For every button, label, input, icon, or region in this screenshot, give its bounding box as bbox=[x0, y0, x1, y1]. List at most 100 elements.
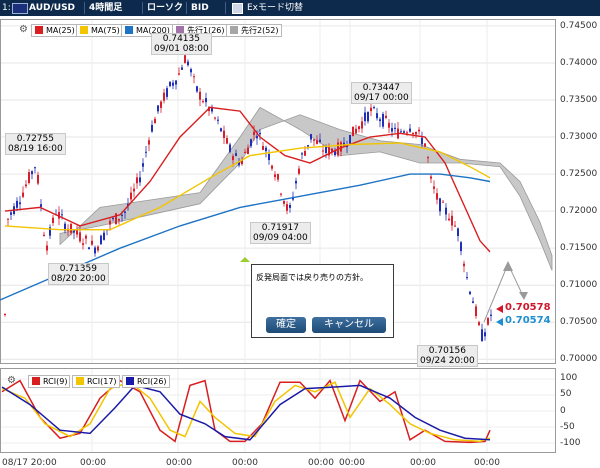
price-axis-label: 0.73000 bbox=[560, 132, 598, 143]
candle-body bbox=[310, 134, 312, 140]
candle-body bbox=[436, 193, 438, 200]
candle-body bbox=[226, 138, 228, 144]
legend-senkou2[interactable]: 先行2(52) bbox=[226, 24, 282, 37]
candle-body bbox=[202, 101, 204, 103]
price-axis-label: 0.74500 bbox=[560, 20, 598, 31]
price-annotation: 0.74135 09/01 08:00 bbox=[151, 33, 212, 55]
candle-body bbox=[301, 153, 303, 155]
candle-body bbox=[85, 235, 87, 239]
candle-body bbox=[382, 114, 384, 127]
timeframe-selector[interactable]: 4時間足 bbox=[89, 0, 122, 16]
confirm-button[interactable]: 確定 bbox=[266, 317, 306, 333]
candle-body bbox=[274, 174, 276, 178]
price-annotation: 0.70156 09/24 20:00 bbox=[417, 345, 478, 367]
legend-label: RCI(17) bbox=[87, 377, 117, 386]
candle-body bbox=[145, 151, 147, 153]
candle-body bbox=[484, 332, 486, 337]
candle-body bbox=[403, 131, 405, 133]
candle-body bbox=[250, 139, 252, 147]
candle-body bbox=[181, 67, 183, 70]
candle-body bbox=[442, 201, 444, 203]
chart-toolbar: 1: AUD/USD 4時間足 ローソク BID Exモード切替 bbox=[0, 0, 600, 16]
ex-mode-toggle[interactable]: Exモード切替 bbox=[247, 0, 303, 16]
currency-pair-selector[interactable]: AUD/USD bbox=[29, 0, 75, 16]
candle-body bbox=[487, 318, 489, 325]
rci-settings-gear-icon[interactable]: ⚙ bbox=[6, 375, 17, 386]
candle-body bbox=[109, 220, 111, 225]
legend-swatch bbox=[125, 26, 133, 34]
toolbar-divider bbox=[186, 2, 187, 14]
candle-body bbox=[205, 98, 207, 103]
legend-swatch bbox=[126, 377, 134, 385]
candle-body bbox=[364, 112, 366, 122]
candle-body bbox=[325, 147, 327, 153]
candle-body bbox=[286, 204, 288, 211]
legend-label: MA(75) bbox=[91, 26, 120, 35]
price-axis-label: 0.70000 bbox=[560, 354, 598, 365]
candle-body bbox=[154, 118, 156, 124]
legend-ma75[interactable]: MA(75) bbox=[76, 24, 123, 37]
candle-body bbox=[172, 82, 174, 86]
candle-body bbox=[130, 192, 132, 200]
candle-body bbox=[229, 144, 231, 152]
candle-body bbox=[34, 167, 36, 169]
legend-swatch bbox=[76, 377, 84, 385]
legend-rci26[interactable]: RCI(26) bbox=[122, 375, 170, 388]
candle-body bbox=[103, 232, 105, 240]
candle-body bbox=[481, 329, 483, 342]
candle-body bbox=[214, 117, 216, 119]
candle-body bbox=[289, 205, 291, 208]
candle-body bbox=[448, 218, 450, 221]
legend-swatch bbox=[35, 26, 43, 34]
settings-gear-icon[interactable]: ⚙ bbox=[18, 24, 29, 35]
candle-body bbox=[358, 126, 360, 130]
candle-body bbox=[142, 163, 144, 167]
candle-body bbox=[187, 61, 189, 66]
candle-body bbox=[61, 214, 63, 216]
legend-label: MA(25) bbox=[46, 26, 75, 35]
candle-body bbox=[253, 131, 255, 135]
candle-body bbox=[283, 200, 285, 204]
legend-rci17[interactable]: RCI(17) bbox=[72, 375, 120, 388]
price-axis-label: 0.74000 bbox=[560, 57, 598, 68]
candle-body bbox=[91, 240, 93, 245]
toolbar-divider bbox=[84, 2, 85, 14]
candle-body bbox=[37, 174, 39, 184]
legend-label: RCI(26) bbox=[137, 377, 167, 386]
candle-body bbox=[52, 217, 54, 223]
legend-swatch bbox=[80, 26, 88, 34]
rci-axis-label: 50 bbox=[560, 389, 572, 399]
candle-body bbox=[148, 140, 150, 145]
candle-body bbox=[46, 245, 48, 251]
candle-body bbox=[418, 129, 420, 132]
legend-ma25[interactable]: MA(25) bbox=[31, 24, 78, 37]
candle-body bbox=[490, 314, 492, 316]
candle-body bbox=[421, 137, 423, 145]
price-axis-label: 0.73500 bbox=[560, 95, 598, 105]
candle-body bbox=[157, 105, 159, 112]
memo-message: 反発局面では戻り売りの方針。 bbox=[256, 273, 368, 282]
chart-type-selector[interactable]: ローソク bbox=[147, 0, 183, 16]
candle-body bbox=[361, 121, 363, 129]
candle-body bbox=[466, 277, 468, 279]
candle-body bbox=[352, 126, 354, 137]
candle-body bbox=[277, 174, 279, 180]
candle-body bbox=[406, 132, 408, 134]
candle-body bbox=[475, 306, 477, 316]
price-axis-label: 0.70500 bbox=[560, 317, 598, 328]
rci-axis-label: -100 bbox=[560, 438, 581, 448]
price-side-selector[interactable]: BID bbox=[191, 0, 209, 16]
candle-body bbox=[121, 214, 123, 216]
legend-rci9[interactable]: RCI(9) bbox=[28, 375, 71, 388]
candle-body bbox=[178, 73, 180, 75]
candle-body bbox=[388, 122, 390, 128]
candle-body bbox=[118, 218, 120, 221]
candle-body bbox=[223, 130, 225, 138]
candle-body bbox=[256, 136, 258, 139]
candle-body bbox=[244, 151, 246, 153]
price-annotation: 0.73447 09/17 00:00 bbox=[351, 82, 412, 104]
mode-checkbox[interactable] bbox=[232, 3, 243, 14]
legend-swatch bbox=[230, 26, 238, 34]
candle-body bbox=[400, 131, 402, 133]
cancel-button[interactable]: キャンセル bbox=[312, 317, 386, 333]
